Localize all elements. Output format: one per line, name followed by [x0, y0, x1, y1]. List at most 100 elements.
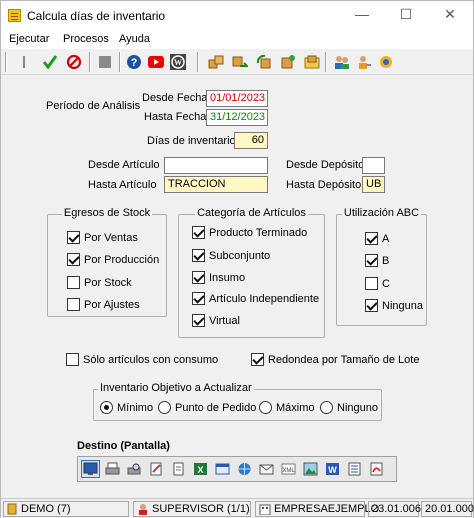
objetivo-punto-dot[interactable]: [158, 401, 171, 414]
recycle-icon[interactable]: [255, 53, 273, 71]
redondea-checkbox[interactable]: Redondea por Tamaño de Lote: [251, 353, 419, 366]
abc-ninguna-checkbox[interactable]: Ninguna: [365, 299, 423, 312]
config-box-icon[interactable]: [279, 53, 297, 71]
categoria-virtual-checkbox[interactable]: Virtual: [192, 314, 240, 327]
categoria-producto-box[interactable]: [192, 226, 205, 239]
categoria-subconjunto-checkbox[interactable]: Subconjunto: [192, 249, 270, 262]
categoria-title: Categoría de Artículos: [195, 207, 308, 219]
youtube-icon[interactable]: [147, 53, 165, 71]
egresos-ajustes-box[interactable]: [67, 298, 80, 311]
xml-icon[interactable]: XML: [279, 460, 298, 478]
egresos-ajustes-label: Por Ajustes: [84, 298, 140, 311]
egresos-produccion-checkbox[interactable]: Por Producción: [67, 253, 159, 266]
excel-icon[interactable]: X: [191, 460, 210, 478]
objetivo-maximo-dot[interactable]: [259, 401, 272, 414]
menu-bar: Ejecutar Procesos Ayuda: [1, 31, 473, 49]
hasta-deposito-input[interactable]: UB: [362, 176, 385, 193]
text-file-icon[interactable]: [169, 460, 188, 478]
redondea-box[interactable]: [251, 353, 264, 366]
hasta-articulo-input[interactable]: TRACCION: [164, 176, 268, 193]
egresos-ventas-box[interactable]: [67, 231, 80, 244]
objetivo-minimo-radio[interactable]: Mínimo: [100, 401, 153, 414]
edit-doc-icon[interactable]: [147, 460, 166, 478]
abc-b-box[interactable]: [365, 254, 378, 267]
stop-icon[interactable]: [96, 53, 114, 71]
abc-a-box[interactable]: [365, 232, 378, 245]
close-button[interactable]: ✕: [443, 7, 457, 21]
egresos-stock-label: Por Stock: [84, 276, 132, 289]
egresos-title: Egresos de Stock: [61, 207, 153, 219]
categoria-virtual-box[interactable]: [192, 314, 205, 327]
status-version2: 20.01.000: [421, 501, 474, 517]
abc-a-checkbox[interactable]: A: [365, 232, 389, 245]
objetivo-punto-radio[interactable]: Punto de Pedido: [158, 401, 256, 414]
egresos-produccion-box[interactable]: [67, 253, 80, 266]
categoria-independiente-box[interactable]: [192, 292, 205, 305]
desde-fecha-input[interactable]: 01/01/2023: [206, 90, 268, 107]
egresos-ventas-checkbox[interactable]: Por Ventas: [67, 231, 138, 244]
redondea-label: Redondea por Tamaño de Lote: [268, 353, 420, 366]
screen-icon[interactable]: [81, 460, 100, 478]
email-icon[interactable]: [257, 460, 276, 478]
categoria-subconjunto-label: Subconjunto: [209, 249, 271, 262]
database-icon: [7, 503, 17, 515]
objetivo-group: Inventario Objetivo a Actualizar Mínimo …: [93, 382, 382, 421]
categoria-insumo-checkbox[interactable]: Insumo: [192, 271, 245, 284]
folder-box-icon[interactable]: [303, 53, 321, 71]
list-icon[interactable]: [345, 460, 364, 478]
web-icon[interactable]: [235, 460, 254, 478]
abc-ninguna-box[interactable]: [365, 299, 378, 312]
cancel-icon[interactable]: [65, 53, 83, 71]
egresos-stock-box[interactable]: [67, 276, 80, 289]
categoria-producto-checkbox[interactable]: Producto Terminado: [192, 226, 307, 239]
wordpress-icon[interactable]: W: [169, 53, 187, 71]
transfer-icon[interactable]: [231, 53, 249, 71]
word-icon[interactable]: W: [323, 460, 342, 478]
pin-icon[interactable]: [15, 53, 33, 71]
users-icon[interactable]: [333, 53, 351, 71]
desde-articulo-input[interactable]: [164, 157, 268, 174]
objetivo-maximo-radio[interactable]: Máximo: [259, 401, 315, 414]
menu-ejecutar[interactable]: Ejecutar: [9, 33, 49, 45]
menu-ayuda[interactable]: Ayuda: [119, 33, 150, 45]
window-icon[interactable]: [213, 460, 232, 478]
abc-c-box[interactable]: [365, 277, 378, 290]
pdf-icon[interactable]: [367, 460, 386, 478]
objetivo-minimo-dot[interactable]: [100, 401, 113, 414]
menu-procesos[interactable]: Procesos: [63, 33, 109, 45]
objetivo-ninguno-label: Ninguno: [337, 401, 378, 414]
objetivo-ninguno-radio[interactable]: Ninguno: [320, 401, 378, 414]
categoria-independiente-checkbox[interactable]: Artículo Independiente: [192, 292, 319, 305]
building-icon: [259, 504, 271, 515]
abc-b-checkbox[interactable]: B: [365, 254, 389, 267]
image-icon[interactable]: [301, 460, 320, 478]
egresos-ajustes-checkbox[interactable]: Por Ajustes: [67, 298, 140, 311]
dias-input[interactable]: 60: [234, 132, 268, 149]
objetivo-punto-label: Punto de Pedido: [175, 401, 257, 414]
check-icon[interactable]: [41, 53, 59, 71]
objetivo-ninguno-dot[interactable]: [320, 401, 333, 414]
categoria-insumo-box[interactable]: [192, 271, 205, 284]
help-icon[interactable]: ?: [125, 53, 143, 71]
minimize-button[interactable]: —: [355, 7, 369, 21]
abc-b-label: B: [382, 254, 390, 267]
desde-deposito-label: Desde Depósito: [286, 159, 365, 171]
user-key-icon[interactable]: [355, 53, 373, 71]
hasta-fecha-input[interactable]: 31/12/2023: [206, 109, 268, 126]
status-empresa-text: EMPRESAEJEMPLO: [274, 503, 380, 515]
solo-consumo-box[interactable]: [66, 353, 79, 366]
desde-deposito-input[interactable]: [362, 157, 385, 174]
print-preview-icon[interactable]: [125, 460, 144, 478]
abc-c-checkbox[interactable]: C: [365, 277, 390, 290]
categoria-subconjunto-box[interactable]: [192, 249, 205, 262]
maximize-button[interactable]: ☐: [399, 7, 413, 21]
abc-group: Utilización ABC A B C Ninguna: [336, 207, 427, 326]
solo-consumo-checkbox[interactable]: Sólo artículos con consumo: [66, 353, 218, 366]
toolbar-separator: [119, 52, 121, 72]
printer-icon[interactable]: [103, 460, 122, 478]
boxes-icon[interactable]: [207, 53, 225, 71]
globe-user-icon[interactable]: [377, 53, 395, 71]
categoria-group: Categoría de Artículos Producto Terminad…: [178, 207, 325, 338]
egresos-stock-checkbox[interactable]: Por Stock: [67, 276, 132, 289]
categoria-virtual-label: Virtual: [209, 314, 240, 327]
